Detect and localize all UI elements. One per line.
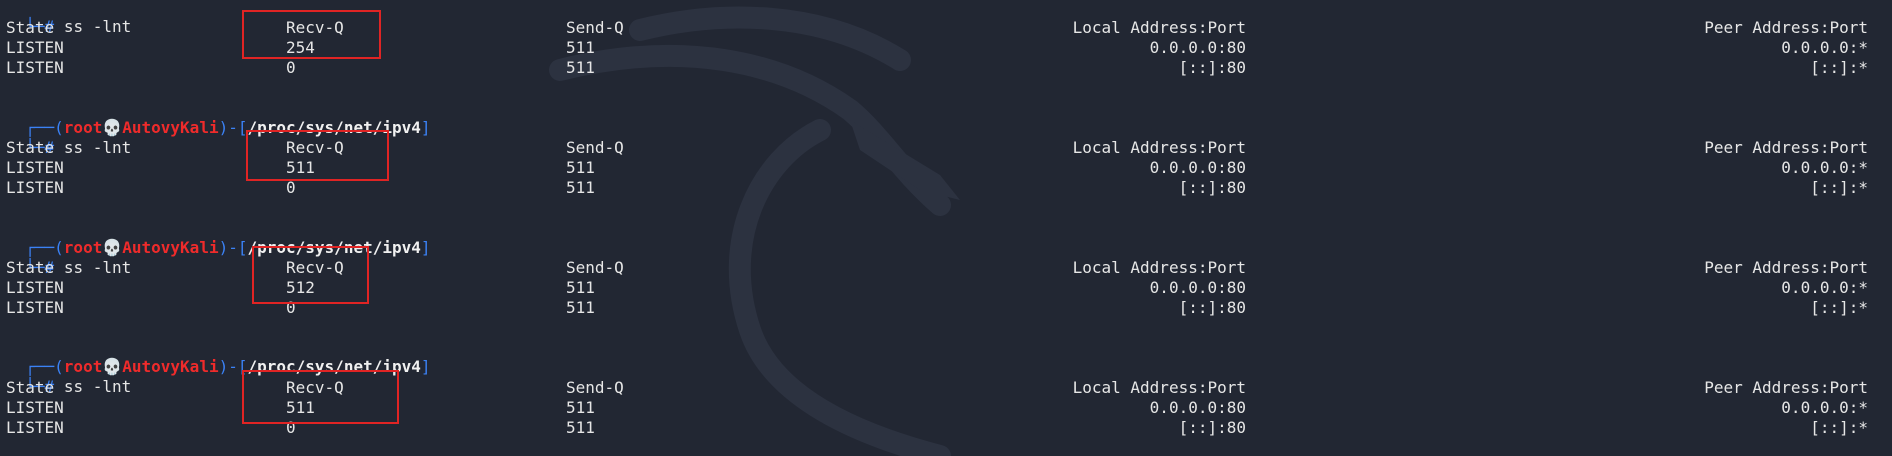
row-local-address: 0.0.0.0:80 [1149, 158, 1246, 177]
row-send-q: 511 [566, 38, 595, 57]
hash-line: └─# ss -lnt [6, 238, 131, 277]
hash-line: └─# ss -lnt [6, 118, 131, 157]
row-peer-address: [::]:* [1810, 418, 1868, 437]
row-state: LISTEN [6, 418, 64, 437]
prompt-host: AutovyKali [122, 357, 219, 376]
row-state: LISTEN [6, 38, 64, 57]
header-state: State [6, 138, 55, 157]
row-state: LISTEN [6, 178, 64, 197]
row-state: LISTEN [6, 278, 64, 297]
row-local-address: [::]:80 [1178, 58, 1246, 77]
prompt-mid: )-[ [218, 118, 248, 137]
header-peer-address: Peer Address:Port [1704, 18, 1868, 37]
row-send-q: 511 [566, 298, 595, 317]
header-peer-address: Peer Address:Port [1704, 378, 1868, 397]
header-local-address: Local Address:Port [1072, 138, 1246, 157]
header-send-q: Send-Q [566, 378, 624, 397]
command-text: ss -lnt [63, 138, 132, 157]
row-local-address: 0.0.0.0:80 [1149, 278, 1246, 297]
prompt-line: ┌──(root💀AutovyKali)-[/proc/sys/net/ipv4… [6, 218, 430, 257]
row-send-q: 511 [566, 158, 595, 177]
row-local-address: [::]:80 [1178, 418, 1246, 437]
recv-q-highlight-box [242, 370, 399, 424]
row-peer-address: 0.0.0.0:* [1781, 158, 1868, 177]
prompt-mid: )-[ [218, 238, 248, 257]
hash-line: └─# ss -lnt [6, 357, 131, 396]
command-text: ss -lnt [63, 17, 132, 36]
row-local-address: [::]:80 [1178, 178, 1246, 197]
row-local-address: 0.0.0.0:80 [1149, 38, 1246, 57]
header-send-q: Send-Q [566, 138, 624, 157]
row-peer-address: 0.0.0.0:* [1781, 38, 1868, 57]
prompt-line: ┌──(root💀AutovyKali)-[/proc/sys/net/ipv4… [6, 98, 430, 137]
header-send-q: Send-Q [566, 258, 624, 277]
row-state: LISTEN [6, 298, 64, 317]
recv-q-highlight-box [252, 246, 369, 304]
prompt-host: AutovyKali [122, 238, 219, 257]
header-state: State [6, 258, 55, 277]
row-state: LISTEN [6, 58, 64, 77]
header-local-address: Local Address:Port [1072, 18, 1246, 37]
prompt-close: ] [420, 118, 431, 137]
header-state: State [6, 18, 55, 37]
row-peer-address: 0.0.0.0:* [1781, 398, 1868, 417]
row-peer-address: [::]:* [1810, 58, 1868, 77]
row-send-q: 511 [566, 58, 595, 77]
row-peer-address: [::]:* [1810, 298, 1868, 317]
row-recv-q: 0 [286, 178, 296, 197]
row-recv-q: 0 [286, 58, 296, 77]
row-peer-address: [::]:* [1810, 178, 1868, 197]
prompt-close: ] [420, 238, 431, 257]
hash-line: └─# ss -lnt [6, 0, 131, 36]
row-send-q: 511 [566, 178, 595, 197]
row-send-q: 511 [566, 398, 595, 417]
recv-q-highlight-box [242, 10, 381, 59]
row-state: LISTEN [6, 158, 64, 177]
header-peer-address: Peer Address:Port [1704, 258, 1868, 277]
recv-q-highlight-box [246, 130, 389, 181]
prompt-line: ┌──(root💀AutovyKali)-[/proc/sys/net/ipv4… [6, 337, 430, 376]
command-text: ss -lnt [63, 258, 132, 277]
prompt-host: AutovyKali [122, 118, 219, 137]
header-send-q: Send-Q [566, 18, 624, 37]
row-local-address: 0.0.0.0:80 [1149, 398, 1246, 417]
row-send-q: 511 [566, 278, 595, 297]
prompt-close: ] [420, 357, 431, 376]
row-state: LISTEN [6, 398, 64, 417]
row-local-address: [::]:80 [1178, 298, 1246, 317]
header-local-address: Local Address:Port [1072, 258, 1246, 277]
header-peer-address: Peer Address:Port [1704, 138, 1868, 157]
command-text: ss -lnt [63, 377, 132, 396]
row-send-q: 511 [566, 418, 595, 437]
header-local-address: Local Address:Port [1072, 378, 1246, 397]
header-state: State [6, 378, 55, 397]
row-peer-address: 0.0.0.0:* [1781, 278, 1868, 297]
